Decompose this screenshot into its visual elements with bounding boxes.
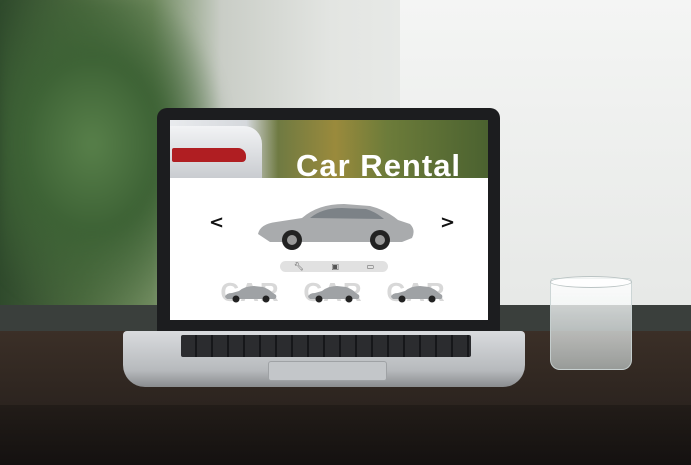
car-thumbnail[interactable]: CAR [214, 277, 286, 309]
seat-icon[interactable]: ▣ [332, 262, 340, 271]
desk-edge [0, 405, 691, 465]
car-thumbnail[interactable]: CAR [380, 277, 452, 309]
featured-car-image [258, 204, 414, 250]
prev-arrow-button[interactable]: < [209, 212, 224, 233]
wrench-icon[interactable]: 🔧︎ [294, 262, 304, 271]
car-icon[interactable]: ▭ [367, 262, 375, 271]
laptop-keyboard [181, 335, 471, 357]
feature-icon-bar: 🔧︎ ▣ ▭ [280, 261, 388, 272]
taillight [172, 148, 246, 162]
hero-banner: Car Rental [170, 120, 488, 183]
glass-rim [550, 276, 632, 288]
photo-scene: Car Rental < > 🔧︎ ▣ ▭ CAR CAR [0, 0, 691, 465]
thumbnail-car-image [391, 286, 443, 303]
hero-title: Car Rental [296, 148, 462, 183]
car-thumbnail[interactable]: CAR [297, 277, 369, 309]
next-arrow-button[interactable]: > [440, 212, 455, 233]
laptop-display: Car Rental < > 🔧︎ ▣ ▭ CAR CAR [170, 120, 488, 320]
thumbnail-car-image [225, 286, 277, 303]
laptop-trackpad [268, 361, 387, 381]
water-glass [550, 278, 632, 370]
thumbnail-car-image [308, 286, 360, 303]
hero-car-rear [170, 126, 262, 178]
